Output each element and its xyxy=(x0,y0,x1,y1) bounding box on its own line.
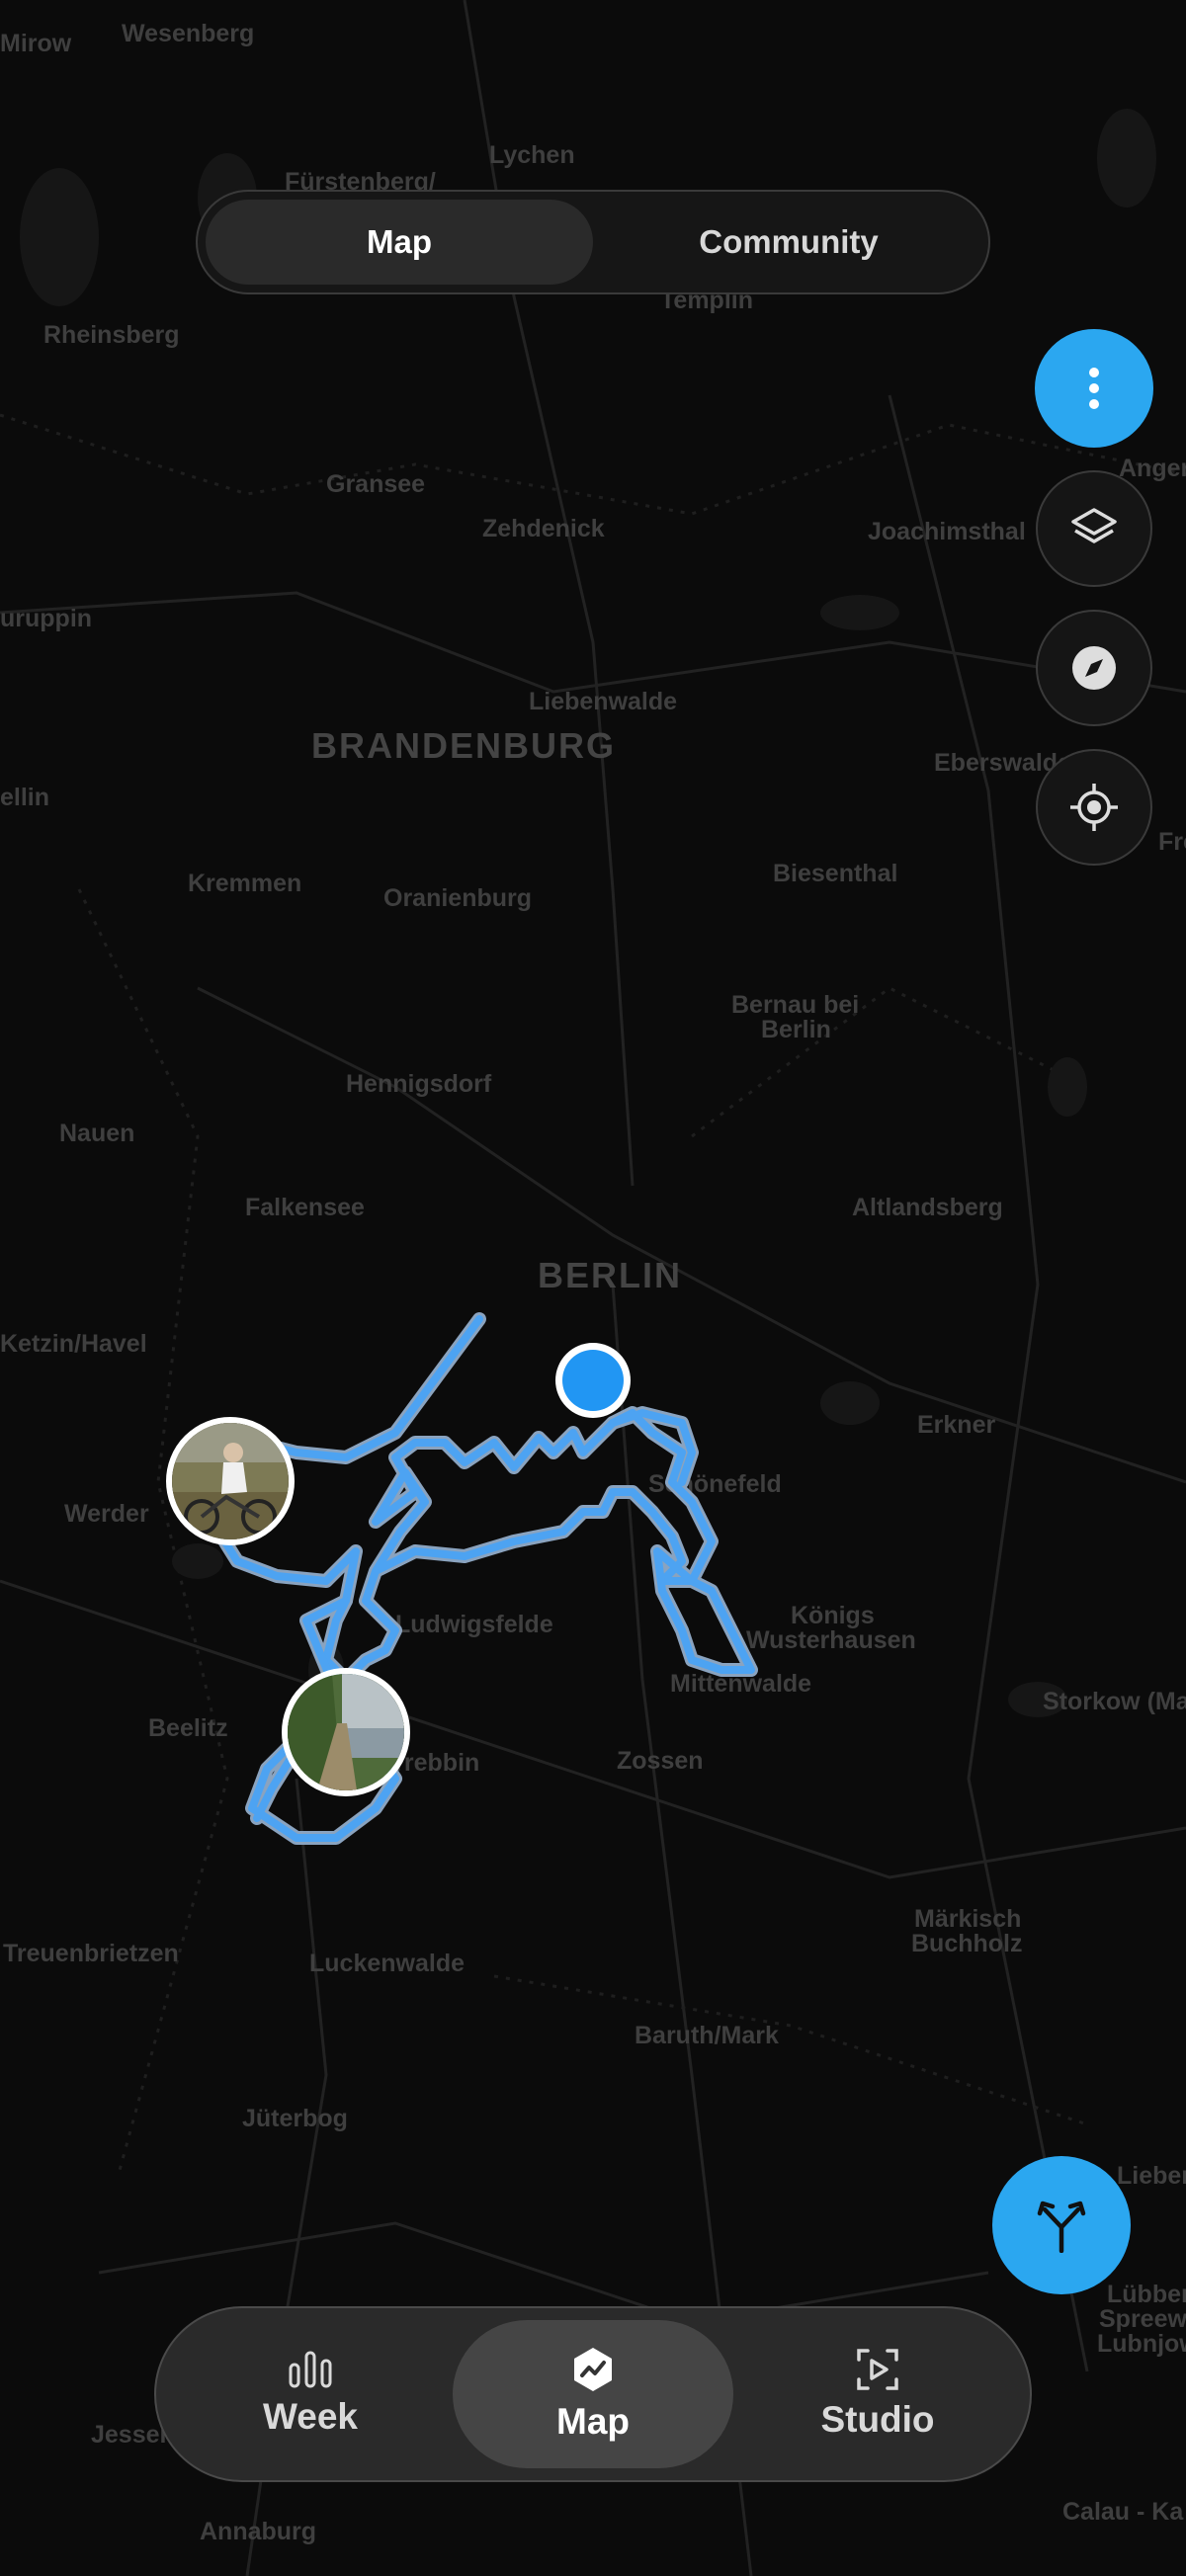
map-town-label: Falkensee xyxy=(245,1194,365,1221)
map-town-label: Wesenberg xyxy=(122,20,254,47)
map-town-label: Zehdenick xyxy=(482,515,605,542)
map-town-label: Oranienburg xyxy=(383,884,532,912)
route-split-button[interactable] xyxy=(992,2156,1131,2294)
photo-marker-cyclist[interactable] xyxy=(166,1417,295,1545)
tab-community-label: Community xyxy=(699,223,879,260)
map-town-label: Baruth/Mark xyxy=(635,2022,779,2049)
map-town-label: Rheinsberg xyxy=(43,321,180,349)
crosshair-location-icon xyxy=(1070,784,1118,831)
map-town-label: Treuenbrietzen xyxy=(3,1940,179,1967)
recenter-button[interactable] xyxy=(1036,749,1152,866)
route-split-icon xyxy=(1037,2201,1086,2253)
map-town-label: Ludwigsfelde xyxy=(395,1611,553,1638)
studio-play-icon xyxy=(857,2349,898,2390)
bottom-navigation: Week Map Studio xyxy=(154,2306,1032,2482)
nav-studio[interactable]: Studio xyxy=(737,2320,1018,2468)
map-town-label: Werder xyxy=(64,1500,149,1528)
map-town-label: Calau - Ka xyxy=(1062,2498,1184,2526)
map-town-label: Mirow xyxy=(0,30,72,57)
nav-studio-label: Studio xyxy=(820,2399,935,2440)
cyclist-photo-icon xyxy=(172,1423,289,1539)
nav-week-label: Week xyxy=(263,2396,358,2437)
map-town-label: Jüterbog xyxy=(242,2105,348,2132)
layers-icon xyxy=(1071,508,1117,543)
bar-chart-icon xyxy=(289,2351,332,2388)
map-town-label: Bernau bei xyxy=(731,991,859,1019)
map-route-icon xyxy=(574,2348,612,2391)
map-town-label: Lychen xyxy=(489,141,575,169)
compass-button[interactable] xyxy=(1036,610,1152,726)
map-town-label: Hennigsdorf xyxy=(346,1070,492,1098)
current-location-marker xyxy=(555,1343,631,1418)
map-town-label: Spreewald xyxy=(1099,2305,1186,2333)
map-town-label: Fre xyxy=(1158,828,1186,856)
map-town-label: ellin xyxy=(0,784,49,811)
tab-map[interactable]: Map xyxy=(206,200,593,285)
map-town-label: Lieberose xyxy=(1117,2162,1186,2190)
map-town-label: Nauen xyxy=(59,1120,134,1147)
map-town-label: Wusterhausen xyxy=(746,1626,916,1654)
more-vertical-icon xyxy=(1089,368,1099,409)
map-town-label: Lübben xyxy=(1107,2281,1186,2308)
map-town-label: Gransee xyxy=(326,470,425,498)
map-town-label: Luckenwalde xyxy=(309,1950,465,1977)
layers-button[interactable] xyxy=(1036,470,1152,587)
map-town-label: Liebenwalde xyxy=(529,688,677,715)
more-options-button[interactable] xyxy=(1035,329,1153,448)
map-town-label: Berlin xyxy=(761,1016,831,1043)
tab-community[interactable]: Community xyxy=(597,200,980,285)
map-town-label: Altlandsberg xyxy=(852,1194,1003,1221)
compass-icon xyxy=(1072,646,1116,690)
map-town-label: Märkisch xyxy=(914,1905,1021,1933)
photo-marker-lakeside[interactable] xyxy=(282,1668,410,1796)
map-town-label: Erkner xyxy=(917,1411,995,1439)
map-town-label: Joachimsthal xyxy=(868,518,1026,545)
map-town-label: Beelitz xyxy=(148,1714,228,1742)
map-town-label: Lubnjow xyxy=(1097,2330,1186,2358)
nav-week[interactable]: Week xyxy=(170,2320,451,2468)
map-region-label: BRANDENBURG xyxy=(311,725,616,766)
map-town-label: Kremmen xyxy=(188,870,301,897)
map-town-label: Buchholz xyxy=(911,1930,1023,1957)
map-town-label: uruppin xyxy=(0,605,92,632)
map-community-toggle[interactable]: Map Community xyxy=(196,190,990,294)
map-town-label: Angerm xyxy=(1119,455,1186,482)
tab-map-label: Map xyxy=(367,223,432,260)
map-town-label: Ketzin/Havel xyxy=(0,1330,147,1358)
map-town-label: Königs xyxy=(791,1602,875,1629)
lakeside-path-photo-icon xyxy=(288,1674,404,1790)
map-town-label: Zossen xyxy=(617,1747,704,1775)
nav-map[interactable]: Map xyxy=(453,2320,733,2468)
map-town-label: Annaburg xyxy=(200,2518,316,2545)
nav-map-label: Map xyxy=(556,2401,630,2442)
map-town-label: Storkow (Ma xyxy=(1043,1688,1186,1715)
map-region-label: BERLIN xyxy=(538,1255,682,1295)
map-town-label: Biesenthal xyxy=(773,860,897,887)
